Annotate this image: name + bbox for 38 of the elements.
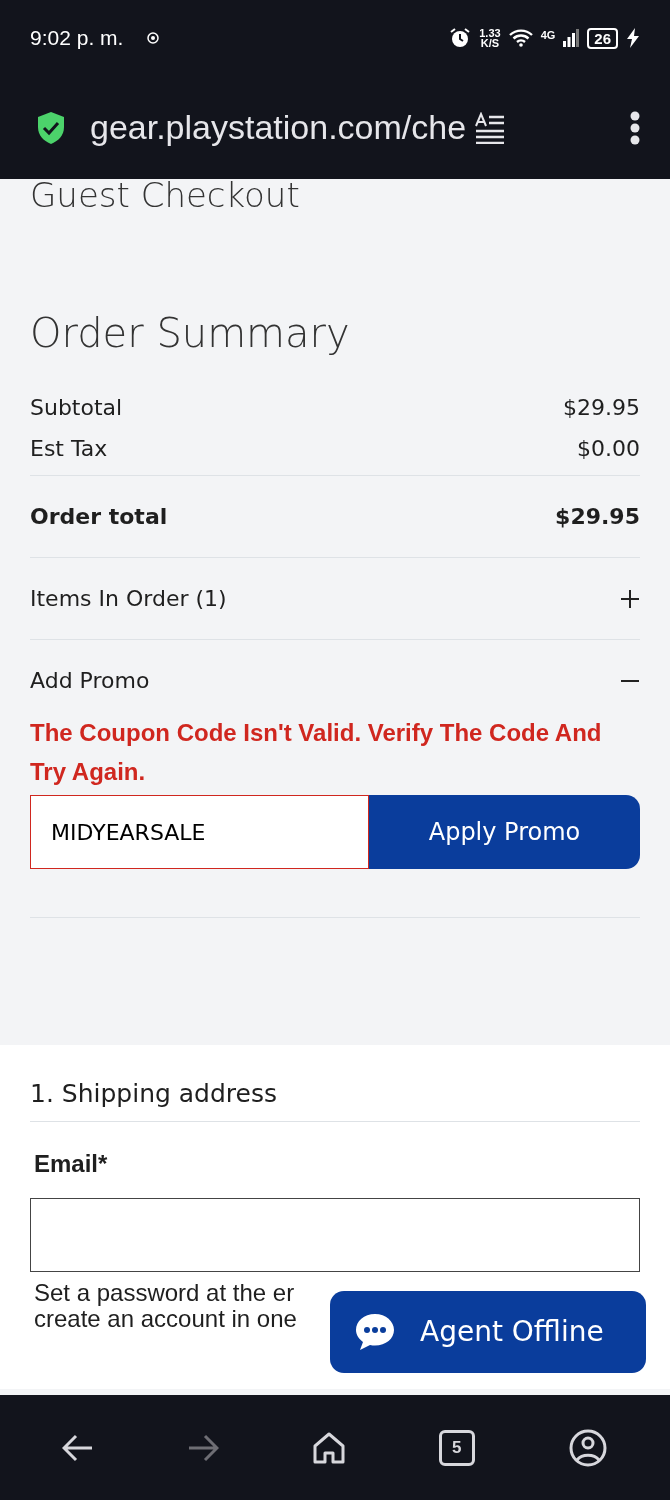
chat-icon (354, 1312, 396, 1352)
plus-icon[interactable] (620, 588, 640, 609)
back-icon[interactable] (62, 1433, 95, 1462)
notification-icon (147, 32, 160, 44)
total-amount: $29.95 (555, 503, 640, 531)
menu-icon[interactable] (630, 110, 640, 145)
total-label: Order total (30, 503, 168, 531)
help-text: Set a password at the er (34, 1279, 295, 1306)
line-amount: $0.00 (577, 435, 640, 463)
error-message: The Coupon Code Isn't Valid. Verify The Code And Try Again. (30, 718, 603, 787)
promo-code-field[interactable]: MIDYEARSALE (30, 795, 369, 869)
shield-check-icon (36, 110, 66, 145)
accordion-header[interactable]: Add Promo (30, 664, 150, 697)
home-icon[interactable] (312, 1430, 346, 1465)
tab-count-button[interactable]: 5 (438, 1429, 475, 1466)
chat-button[interactable]: Agent Offline (330, 1291, 646, 1373)
clock-time: 9:02 p. m. (30, 25, 124, 52)
section-title: Order Summary (30, 309, 351, 358)
line-label: Subtotal (30, 394, 123, 422)
signal-icon (563, 29, 580, 47)
reader-mode-icon[interactable] (474, 111, 507, 144)
page-heading: Guest Checkout (30, 179, 301, 217)
wifi-icon (508, 29, 533, 47)
section-title: 1. Shipping address (30, 1075, 640, 1122)
battery-level: 26 (587, 27, 618, 49)
speed-unit: K/S (479, 38, 501, 48)
account-icon[interactable] (567, 1427, 608, 1468)
alarm-icon (449, 27, 472, 49)
line-amount: $29.95 (563, 394, 640, 422)
network-type: 4G (540, 28, 556, 43)
line-label: Est Tax (30, 435, 108, 463)
email-field[interactable] (30, 1197, 640, 1272)
charging-icon (626, 28, 640, 48)
network-speed: 1.33 (479, 28, 501, 38)
accordion-header[interactable]: Items In Order (1) (30, 582, 227, 615)
apply-promo-button[interactable]: Apply Promo (369, 795, 640, 869)
field-label: Email* (33, 1148, 109, 1179)
help-text: create an account in one (34, 1305, 297, 1332)
